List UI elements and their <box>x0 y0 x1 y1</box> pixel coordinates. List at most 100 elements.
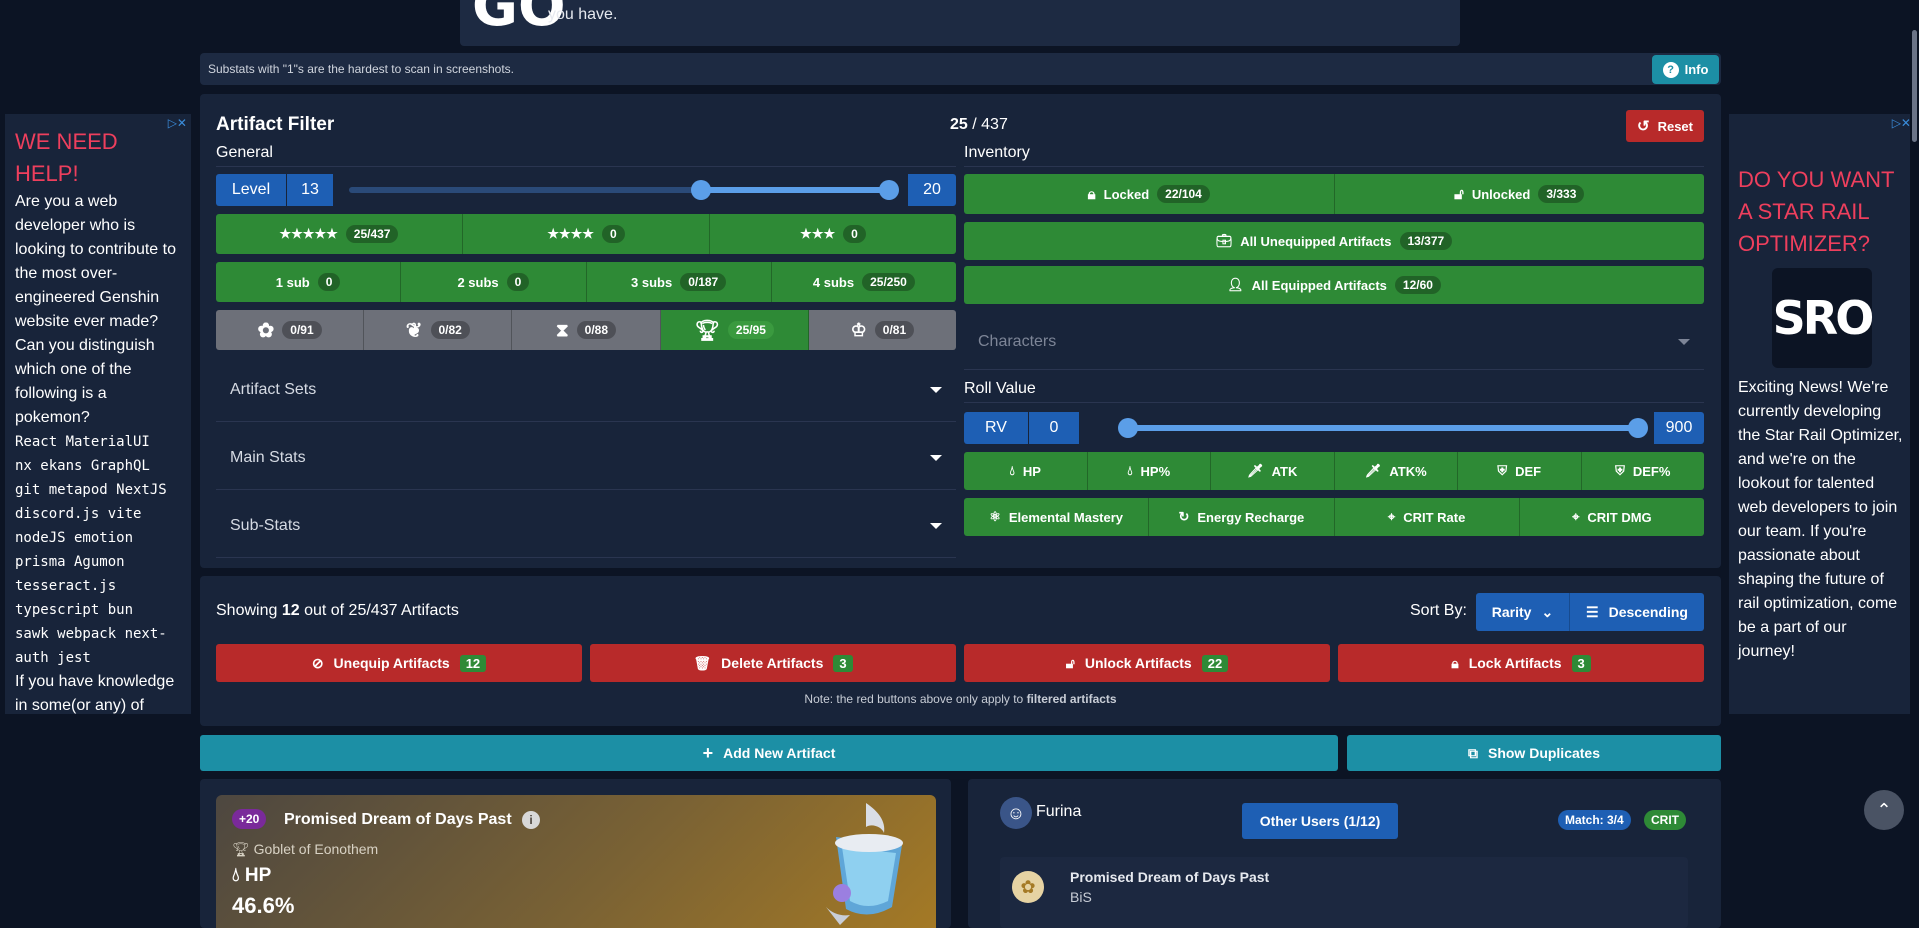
delete-artifacts-button[interactable]: 🗑︎ Delete Artifacts 3 <box>590 644 956 682</box>
level-max-value[interactable]: 20 <box>908 174 956 206</box>
subs-1-count: 0 <box>317 273 341 291</box>
ad-close-icon[interactable]: ▷✕ <box>1892 116 1911 130</box>
level-min-value[interactable]: 13 <box>287 174 333 206</box>
stat-er-toggle[interactable]: ↻ Energy Recharge <box>1149 498 1335 536</box>
unequip-artifacts-button[interactable]: ⊘ Unequip Artifacts 12 <box>216 644 582 682</box>
equipped-count: 12/60 <box>1394 276 1441 294</box>
other-users-button[interactable]: Other Users (1/12) <box>1242 803 1398 839</box>
rv-max-thumb[interactable] <box>1628 418 1648 438</box>
slot-plume-toggle[interactable]: ❦ 0/82 <box>364 310 513 350</box>
drop-icon: 💧︎ <box>1009 463 1015 478</box>
unlock-icon: 🔓︎ <box>1454 185 1464 203</box>
rv-slider-track[interactable] <box>1118 418 1648 438</box>
stat-em-label: Elemental Mastery <box>1008 509 1124 525</box>
slot-sands-toggle[interactable]: ⧗ 0/88 <box>512 310 661 350</box>
showing-suffix: out of 25/437 Artifacts <box>299 602 459 619</box>
rarity-4-toggle[interactable]: ★★★★ 0 <box>463 214 710 254</box>
rarity-filter: ★★★★★ 25/437 ★★★★ 0 ★★★ 0 <box>216 214 956 254</box>
inventory-label: Inventory <box>964 144 1030 161</box>
subs-3-count: 0/187 <box>680 273 727 291</box>
locked-toggle[interactable]: 🔒︎ Locked 22/104 <box>964 174 1335 214</box>
reset-button[interactable]: ↺ Reset <box>1626 110 1704 142</box>
character-avatar: ☺ <box>1000 797 1032 829</box>
unequipped-toggle[interactable]: 💼︎ All Unequipped Artifacts 13/377 <box>964 222 1704 260</box>
stat-hp-label: HP <box>1022 463 1041 479</box>
subs-3-label: 3 subs <box>631 274 673 290</box>
general-label: General <box>216 144 273 161</box>
add-new-artifact-button[interactable]: + Add New Artifact <box>200 735 1338 771</box>
slot-flower-toggle[interactable]: ✿ 0/91 <box>216 310 365 350</box>
main-stats-dropdown[interactable]: Main Stats <box>216 426 956 490</box>
unlocked-count: 3/333 <box>1538 185 1585 203</box>
slot-circlet-toggle[interactable]: ♔ 0/81 <box>809 310 956 350</box>
stat-crit-dmg-toggle[interactable]: ⌖ CRIT DMG <box>1520 498 1704 536</box>
unequip-label: Unequip Artifacts <box>333 655 450 671</box>
ad-close-icon[interactable]: ▷✕ <box>168 116 187 130</box>
stat-er-label: Energy Recharge <box>1197 509 1305 525</box>
sort-order-label: Descending <box>1608 604 1688 620</box>
subs-2-count: 0 <box>506 273 530 291</box>
sort-field-select[interactable]: Rarity ⌄ <box>1476 593 1570 631</box>
artifact-card: +20 Promised Dream of Days Past i 🏆︎ Gob… <box>200 779 951 928</box>
left-ad-line: auth jest <box>15 650 91 666</box>
rarity-4-count: 0 <box>601 225 625 243</box>
sort-controls: Rarity ⌄ ☰ Descending <box>1476 593 1704 631</box>
level-slider-row: Level 13 20 <box>216 174 956 206</box>
showing-count: 12 <box>281 602 300 619</box>
rv-max-value[interactable]: 900 <box>1654 412 1704 444</box>
sort-order-button[interactable]: ☰ Descending <box>1570 593 1704 631</box>
rarity-5-toggle[interactable]: ★★★★★ 25/437 <box>216 214 463 254</box>
sort-lines-icon: ☰ <box>1586 603 1599 620</box>
stat-atk-label: ATK <box>1271 463 1298 479</box>
artifact-sets-label: Artifact Sets <box>230 380 317 398</box>
sub-stats-dropdown[interactable]: Sub-Stats <box>216 494 956 558</box>
note-prefix: Note: the red buttons above only apply t… <box>804 692 1027 706</box>
level-min-thumb[interactable] <box>691 180 711 200</box>
show-duplicates-button[interactable]: ⧉ Show Duplicates <box>1347 735 1721 771</box>
stat-def-toggle[interactable]: ⛨ DEF <box>1458 452 1582 490</box>
build-row[interactable]: ✿ Promised Dream of Days Past BiS <box>1000 857 1688 928</box>
level-slider-range <box>701 187 889 193</box>
info-icon[interactable]: i <box>522 811 540 829</box>
slot-goblet-toggle[interactable]: 🏆︎ 25/95 <box>660 310 809 350</box>
lock-artifacts-button[interactable]: 🔒︎ Lock Artifacts 3 <box>1338 644 1704 682</box>
level-slider-track[interactable] <box>349 180 899 200</box>
hint-alert: Substats with "1"s are the hardest to sc… <box>200 53 1721 85</box>
characters-dropdown[interactable]: Characters <box>964 314 1704 370</box>
four-star-icon: ★★★★ <box>547 226 594 241</box>
stat-def-pct-toggle[interactable]: ⛨ DEF% <box>1582 452 1705 490</box>
subs-3-toggle[interactable]: 3 subs 0/187 <box>587 262 772 302</box>
subs-2-toggle[interactable]: 2 subs 0 <box>401 262 587 302</box>
rv-min-thumb[interactable] <box>1118 418 1138 438</box>
info-button[interactable]: ? Info <box>1652 55 1719 84</box>
equipped-toggle[interactable]: 👤︎ All Equipped Artifacts 12/60 <box>964 266 1704 304</box>
rv-min-value[interactable]: 0 <box>1029 412 1079 444</box>
scrollbar[interactable] <box>1910 0 1919 928</box>
stat-atk-pct-toggle[interactable]: 🗡︎ ATK% <box>1335 452 1458 490</box>
right-ad[interactable]: ▷✕ DO YOU WANT A STAR RAIL OPTIMIZER? SR… <box>1729 114 1915 714</box>
left-ad[interactable]: ▷✕ WE NEED HELP! Are you a web developer… <box>5 114 191 714</box>
sort-field-label: Rarity <box>1491 604 1532 620</box>
stat-def-pct-label: DEF% <box>1632 463 1671 479</box>
scroll-to-top-button[interactable]: ⌃ <box>1864 790 1904 830</box>
stat-hp-pct-toggle[interactable]: 💧︎ HP% <box>1088 452 1211 490</box>
stat-crit-rate-label: CRIT Rate <box>1403 509 1466 525</box>
stat-em-toggle[interactable]: ⚛ Elemental Mastery <box>964 498 1150 536</box>
circlet-icon: ♔ <box>850 319 867 340</box>
stat-crit-rate-toggle[interactable]: ⌖ CRIT Rate <box>1335 498 1520 536</box>
lock-icon: 🔒︎ <box>1451 654 1459 671</box>
unlocked-toggle[interactable]: 🔓︎ Unlocked 3/333 <box>1335 174 1705 214</box>
stat-hp-toggle[interactable]: 💧︎ HP <box>964 452 1088 490</box>
subs-1-toggle[interactable]: 1 sub 0 <box>216 262 402 302</box>
artifact-slot: 🏆︎ Goblet of Eonothem <box>232 841 378 858</box>
level-max-thumb[interactable] <box>879 180 899 200</box>
artifact-sets-dropdown[interactable]: Artifact Sets <box>216 358 956 422</box>
subs-4-toggle[interactable]: 4 subs 25/250 <box>772 262 956 302</box>
substat-count-filter: 1 sub 0 2 subs 0 3 subs 0/187 4 subs 25/250 <box>216 262 956 302</box>
unlock-artifacts-button[interactable]: 🔓︎ Unlock Artifacts 22 <box>964 644 1330 682</box>
sro-logo: SRO <box>1772 268 1874 368</box>
stat-atk-toggle[interactable]: 🗡︎ ATK <box>1211 452 1335 490</box>
rarity-3-toggle[interactable]: ★★★ 0 <box>710 214 956 254</box>
left-ad-line: sawk webpack next- <box>15 626 167 642</box>
scrollbar-thumb[interactable] <box>1912 30 1917 142</box>
